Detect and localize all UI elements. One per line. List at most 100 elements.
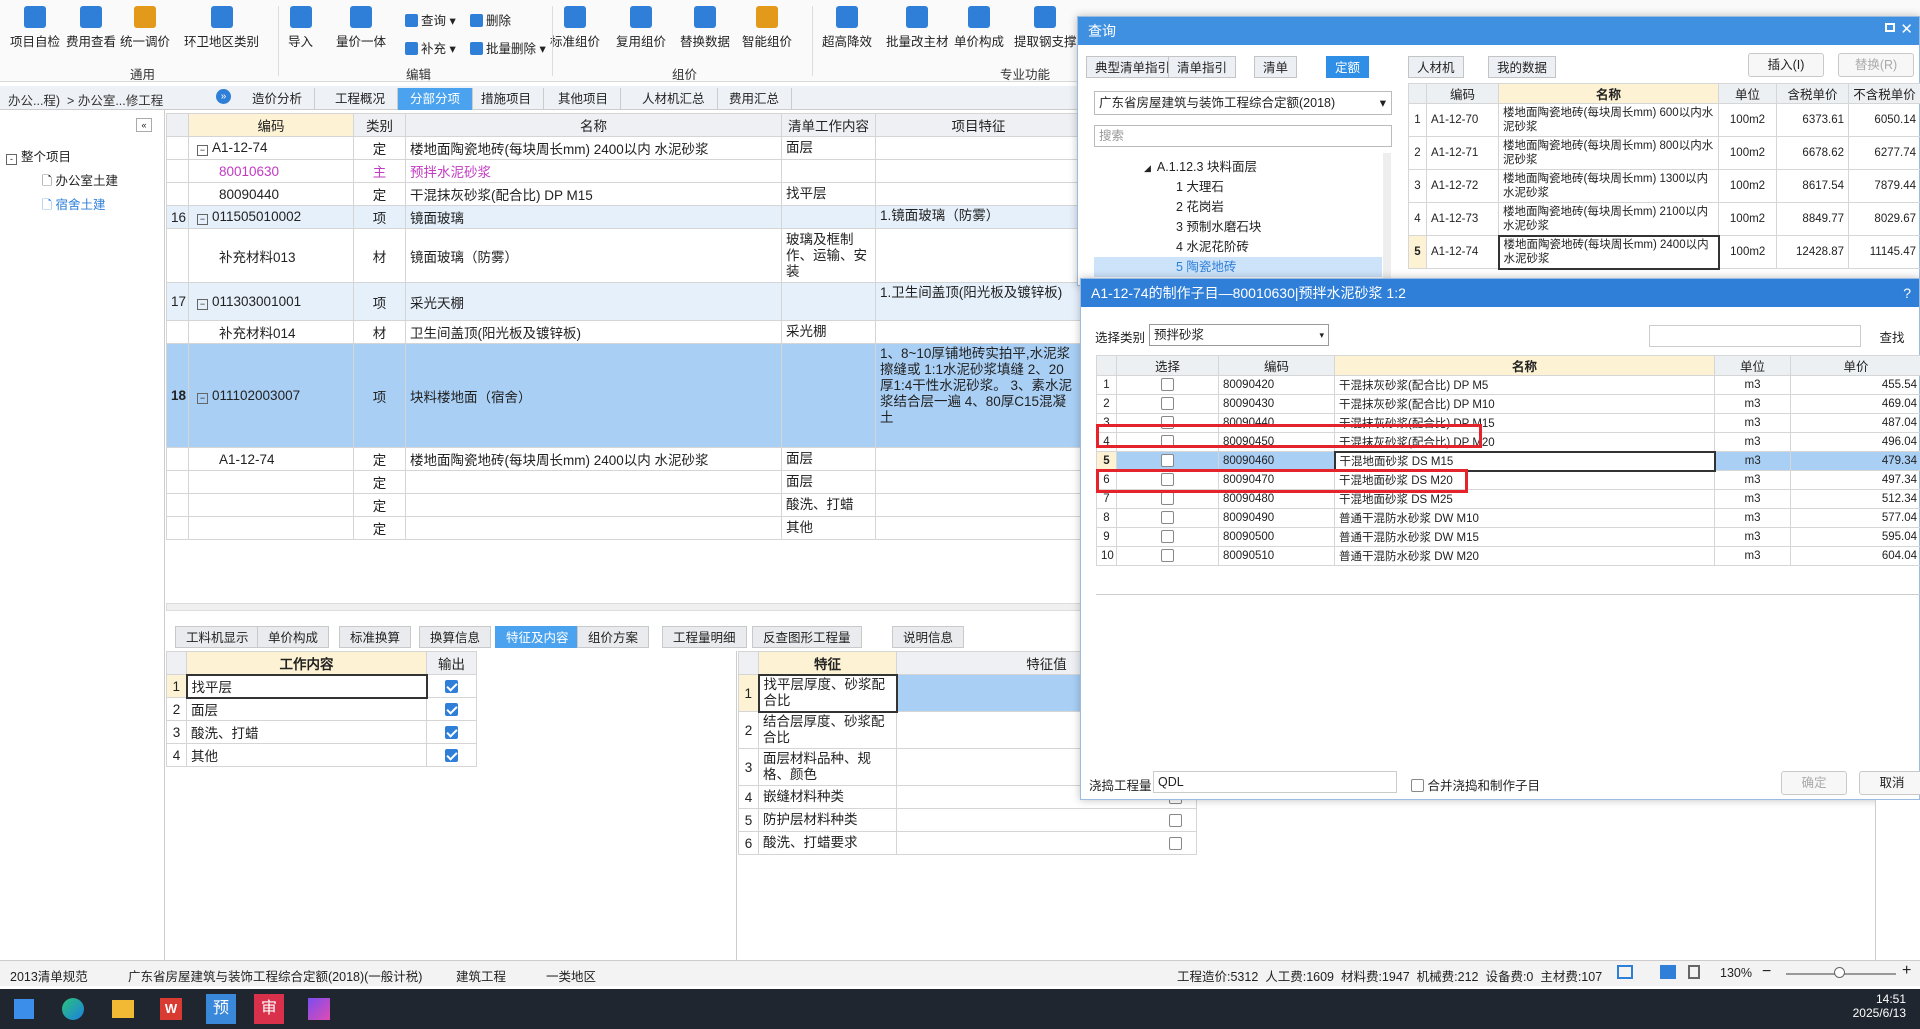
batch-delete-button[interactable]: 批量删除 ▾ — [470, 38, 546, 57]
detail-tab-8[interactable]: 说明信息 — [892, 626, 965, 648]
table-row[interactable]: 8 80090490 普通干混防水砂浆 DW M10 m3 577.04 — [1096, 508, 1920, 528]
splitter[interactable] — [736, 651, 737, 960]
table-row[interactable]: 5 防护层材料种类 — [738, 808, 1197, 832]
code-cell[interactable]: −011102003007 — [188, 343, 354, 448]
code-cell[interactable]: − A1-12-74 — [188, 136, 354, 160]
feature-checkbox[interactable] — [1169, 813, 1182, 827]
ribbon-button-7[interactable]: 复用组价 — [616, 6, 666, 50]
code-cell[interactable] — [188, 493, 354, 517]
detail-tab-2[interactable]: 标准换算 — [339, 626, 412, 648]
ribbon-button-8[interactable]: 替换数据 — [680, 6, 730, 50]
name-cell[interactable] — [405, 516, 782, 540]
merge-checkbox[interactable]: 合并浇捣和制作子目 — [1411, 775, 1540, 794]
name-cell[interactable]: 干混抹灰砂浆(配合比) DP M15 — [405, 182, 782, 206]
detail-tab-0[interactable]: 工料机显示 — [175, 626, 260, 648]
tree-node[interactable]: ◢ A.1.12.3 块料面层 — [1094, 157, 1382, 177]
select-checkbox[interactable] — [1161, 397, 1174, 410]
search-input[interactable]: 搜索 — [1094, 125, 1392, 147]
code-cell[interactable]: 补充材料013 — [188, 228, 354, 283]
table-row[interactable]: 80090440 定干混抹灰砂浆(配合比) DP M15 找平层 — [166, 182, 1082, 206]
work-name[interactable]: 面层 — [186, 697, 427, 721]
name-cell[interactable] — [405, 493, 782, 517]
detail-tab-4[interactable]: 特征及内容 — [495, 626, 580, 648]
maximize-icon[interactable] — [1885, 23, 1895, 32]
name-cell[interactable] — [405, 470, 782, 494]
code-cell[interactable] — [188, 516, 354, 540]
chevron-down-icon[interactable]: » — [216, 89, 231, 104]
detail-tab-1[interactable]: 单价构成 — [257, 626, 330, 648]
ribbon-button-9[interactable]: 智能组价 — [742, 6, 792, 50]
name-cell[interactable]: 预拌水泥砂浆 — [405, 159, 782, 183]
work-name[interactable]: 找平层 — [185, 673, 428, 699]
name-cell[interactable]: 卫生间盖顶(阳光板及镀锌板) — [405, 320, 782, 344]
pricing-app-icon[interactable]: 预 — [206, 994, 236, 1024]
tab-3[interactable]: 措施项目 — [469, 88, 545, 110]
expand-icon[interactable]: ◢ — [1144, 163, 1151, 173]
collapse-icon[interactable]: − — [197, 214, 208, 225]
ribbon-button-0[interactable]: 项目自检 — [10, 6, 60, 50]
tab-1[interactable]: 工程概况 — [323, 88, 399, 110]
table-row[interactable]: 3 A1-12-72 楼地面陶瓷地砖(每块周长mm) 1300以内水泥砂浆 100m2… — [1408, 169, 1920, 203]
table-row[interactable]: 2 A1-12-71 楼地面陶瓷地砖(每块周长mm) 800以内水泥砂浆 100m2 6… — [1408, 136, 1920, 170]
select-checkbox[interactable] — [1161, 511, 1174, 524]
tab-5[interactable]: 人材机汇总 — [630, 88, 718, 110]
output-checkbox[interactable] — [445, 725, 458, 739]
zoom-in-icon[interactable]: + — [1902, 962, 1911, 980]
insert-button[interactable]: 插入(I) — [1748, 53, 1824, 77]
query-tab-0[interactable]: 典型清单指引 — [1086, 56, 1180, 78]
collapse-icon[interactable]: « — [136, 118, 152, 132]
output-checkbox[interactable] — [445, 702, 458, 716]
view-icon[interactable] — [1660, 965, 1676, 979]
table-row[interactable]: A1-12-74 定楼地面陶瓷地砖(每块周长mm) 2400以内 水泥砂浆 面层 — [166, 447, 1082, 471]
tree-node[interactable]: 3 预制水磨石块 — [1094, 217, 1382, 237]
layout-icon[interactable] — [1617, 965, 1633, 979]
name-cell[interactable]: 采光天棚 — [405, 282, 782, 321]
app-icon[interactable] — [308, 998, 330, 1020]
audit-app-icon[interactable]: 审 — [254, 994, 284, 1024]
tree-node[interactable]: 4 水泥花阶砖 — [1094, 237, 1382, 257]
code-cell[interactable]: 80010630 — [188, 159, 354, 183]
close-icon[interactable]: ✕ — [1900, 20, 1913, 38]
select-checkbox[interactable] — [1161, 454, 1174, 467]
tree-node[interactable]: 5 陶瓷地砖 — [1094, 257, 1382, 277]
edge-browser-icon[interactable] — [62, 998, 84, 1020]
tree-root[interactable]: - 整个项目 — [6, 146, 71, 165]
ribbon-button-4[interactable]: 导入 — [288, 6, 313, 50]
name-cell[interactable]: 楼地面陶瓷地砖(每块周长mm) 2400以内 水泥砂浆 — [405, 136, 782, 160]
tab-6[interactable]: 费用汇总 — [717, 88, 793, 110]
zoom-out-icon[interactable]: − — [1762, 963, 1771, 981]
cancel-button[interactable]: 取消 — [1859, 771, 1920, 795]
code-cell[interactable]: −011303001001 — [188, 282, 354, 321]
detail-tab-5[interactable]: 组价方案 — [577, 626, 650, 648]
zoom-slider-thumb[interactable] — [1834, 967, 1845, 978]
ribbon-button-5[interactable]: 量价一体 — [336, 6, 386, 50]
table-row[interactable]: 18−011102003007 项块料楼地面（宿舍） 1、8~10厚铺地砖实拍平,水… — [166, 343, 1082, 448]
ribbon-button-11[interactable]: 批量改主材 — [886, 6, 949, 50]
quota-select[interactable]: 广东省房屋建筑与装饰工程综合定额(2018) ▾ — [1094, 91, 1392, 115]
ribbon-button-6[interactable]: 标准组价 — [550, 6, 600, 50]
ribbon-button-1[interactable]: 费用查看 — [66, 6, 116, 50]
table-row[interactable]: 定 面层 — [166, 470, 1082, 494]
select-checkbox[interactable] — [1161, 549, 1174, 562]
table-row[interactable]: − A1-12-74 定楼地面陶瓷地砖(每块周长mm) 2400以内 水泥砂浆 面层 — [166, 136, 1082, 160]
name-cell[interactable]: 镜面玻璃（防雾） — [405, 228, 782, 283]
windows-start-icon[interactable] — [14, 999, 34, 1019]
query-button[interactable]: 查询 ▾ — [405, 10, 456, 29]
merge-check-box[interactable] — [1411, 779, 1424, 792]
ribbon-button-3[interactable]: 环卫地区类别 — [184, 6, 259, 50]
table-row[interactable]: 2 80090430 干混抹灰砂浆(配合比) DP M10 m3 469.04 — [1096, 394, 1920, 414]
tree-item-office[interactable]: 🗋 办公室土建 — [42, 170, 118, 193]
table-row[interactable]: 5 A1-12-74 楼地面陶瓷地砖(每块周长mm) 2400以内水泥砂浆 100m2… — [1408, 234, 1920, 270]
name-cell[interactable]: 块料楼地面（宿舍） — [405, 343, 782, 448]
table-row[interactable]: 16−011505010002 项镜面玻璃 1.镜面玻璃（防雾） — [166, 205, 1082, 229]
tree-item-dorm[interactable]: 🗋 宿舍土建 — [42, 194, 106, 217]
table-row[interactable]: 1 找平层 — [166, 673, 477, 699]
table-row[interactable]: 1 A1-12-70 楼地面陶瓷地砖(每块周长mm) 600以内水泥砂浆 100m2 6… — [1408, 103, 1920, 137]
table-row[interactable]: 定 酸洗、打蜡 — [166, 493, 1082, 517]
search-button[interactable]: 查找 — [1867, 327, 1917, 346]
wps-icon[interactable]: W — [160, 998, 182, 1020]
ribbon-button-12[interactable]: 单价构成 — [954, 6, 1004, 50]
table-row[interactable]: 定 其他 — [166, 516, 1082, 540]
detail-tab-3[interactable]: 换算信息 — [419, 626, 492, 648]
work-name[interactable]: 其他 — [186, 743, 427, 767]
